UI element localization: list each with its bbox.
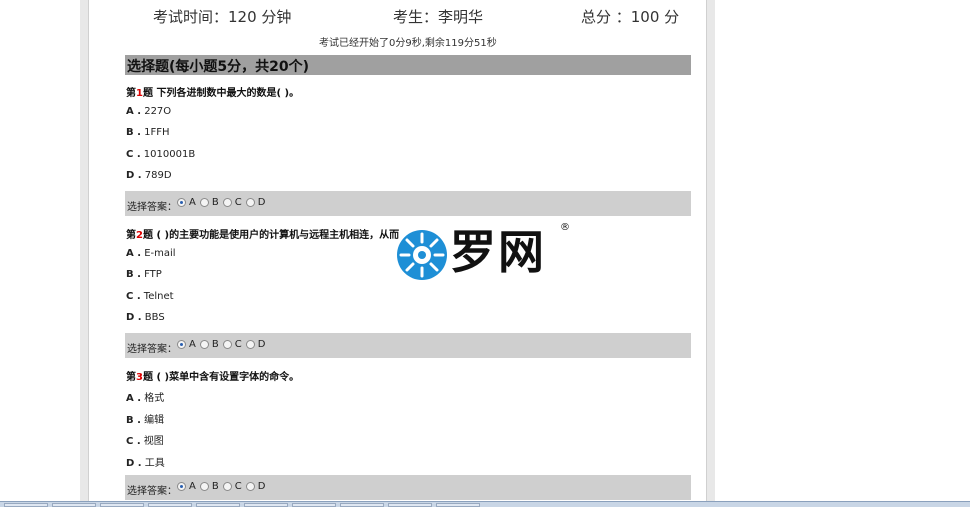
radio-a-label: A — [189, 339, 196, 350]
taskbar-button[interactable] — [52, 503, 96, 507]
page-frame-left — [80, 0, 89, 506]
radio-c[interactable] — [222, 198, 232, 207]
radio-d-label: D — [257, 197, 266, 208]
question-2-option-c: C . Telnet — [126, 291, 174, 302]
question-1-option-b: B . 1FFH — [126, 127, 170, 138]
taskbar-button[interactable] — [292, 503, 336, 507]
question-text: ( )的主要功能是使用户的计算机与远程主机相连，从而 — [152, 230, 400, 241]
taskbar-button[interactable] — [388, 503, 432, 507]
logo-sun-icon — [397, 230, 447, 280]
radio-d-label: D — [257, 339, 266, 350]
question-2-option-b: B . FTP — [126, 269, 162, 280]
question-3-option-c: C . 视图 — [126, 436, 164, 447]
section-title: 选择题(每小题5分，共20个) — [127, 59, 310, 75]
question-2-option-d: D . BBS — [126, 312, 165, 323]
question-prefix: 第 — [126, 372, 136, 383]
radio-c-label: C — [234, 339, 242, 350]
answer-label: 选择答案： — [127, 202, 177, 213]
radio-a-label: A — [189, 197, 196, 208]
registered-mark: ® — [560, 222, 570, 233]
radio-c[interactable] — [222, 482, 232, 491]
radio-d[interactable] — [245, 198, 255, 207]
question-3-answer-bar: 选择答案： A B C D — [125, 475, 691, 500]
question-number: 1 — [136, 88, 143, 99]
taskbar-button[interactable] — [340, 503, 384, 507]
radio-c-label: C — [234, 197, 242, 208]
watermark-logo: 罗网 ® — [395, 222, 575, 282]
radio-c-label: C — [234, 481, 242, 492]
question-1-option-a: A . 227O — [126, 106, 172, 117]
question-number: 3 — [136, 372, 143, 383]
radio-a[interactable] — [177, 340, 186, 349]
radio-b-label: B — [211, 339, 219, 350]
question-suffix: 题 — [142, 372, 153, 383]
exam-duration: 考试时间：120 分钟 — [153, 8, 292, 26]
page-frame-right — [706, 0, 715, 506]
exam-timer: 考试已经开始了0分9秒,剩余119分51秒 — [319, 38, 497, 49]
radio-b-label: B — [211, 481, 219, 492]
question-1-title: 第1题 下列各进制数中最大的数是( )。 — [126, 84, 299, 99]
question-text: ( )菜单中含有设置字体的命令。 — [152, 372, 300, 383]
radio-b[interactable] — [199, 340, 209, 349]
taskbar-button[interactable] — [100, 503, 144, 507]
question-1-option-d: D . 789D — [126, 170, 172, 181]
radio-a[interactable] — [177, 482, 186, 491]
answer-label: 选择答案： — [127, 344, 177, 355]
question-text: 下列各进制数中最大的数是( )。 — [152, 88, 300, 99]
section-header: 选择题(每小题5分，共20个) — [125, 55, 691, 75]
taskbar-button[interactable] — [244, 503, 288, 507]
question-number: 2 — [136, 230, 143, 241]
taskbar-button[interactable] — [196, 503, 240, 507]
taskbar — [0, 501, 970, 507]
question-prefix: 第 — [126, 230, 136, 241]
student-name: 考生：李明华 — [393, 8, 484, 26]
radio-b-label: B — [211, 197, 219, 208]
radio-b[interactable] — [199, 198, 209, 207]
radio-d[interactable] — [245, 340, 255, 349]
question-suffix: 题 — [142, 230, 153, 241]
taskbar-button[interactable] — [436, 503, 480, 507]
question-3-option-a: A . 格式 — [126, 393, 165, 404]
total-score: 总分 ：100 分 — [581, 8, 680, 26]
question-1-option-c: C . 1010001B — [126, 149, 196, 160]
question-3-option-b: B . 编辑 — [126, 415, 165, 426]
radio-d-label: D — [257, 481, 266, 492]
taskbar-button[interactable] — [4, 503, 48, 507]
radio-a-label: A — [189, 481, 196, 492]
question-1-answer-bar: 选择答案： A B C D — [125, 191, 691, 216]
question-suffix: 题 — [142, 88, 153, 99]
radio-c[interactable] — [222, 340, 232, 349]
answer-radio-group: A B C D — [177, 481, 269, 492]
answer-radio-group: A B C D — [177, 339, 269, 350]
question-2-option-a: A . E-mail — [126, 248, 176, 259]
radio-d[interactable] — [245, 482, 255, 491]
radio-a[interactable] — [177, 198, 186, 207]
taskbar-button[interactable] — [148, 503, 192, 507]
question-3-title: 第3题 ( )菜单中含有设置字体的命令。 — [126, 368, 299, 383]
answer-radio-group: A B C D — [177, 197, 269, 208]
desktop-left-area — [0, 0, 80, 506]
question-2-answer-bar: 选择答案： A B C D — [125, 333, 691, 358]
radio-b[interactable] — [199, 482, 209, 491]
answer-label: 选择答案： — [127, 486, 177, 497]
watermark-text: 罗网 — [450, 225, 546, 279]
question-3-option-d: D . 工具 — [126, 458, 165, 469]
question-2-title: 第2题 ( )的主要功能是使用户的计算机与远程主机相连，从而 — [126, 226, 399, 241]
question-prefix: 第 — [126, 88, 136, 99]
